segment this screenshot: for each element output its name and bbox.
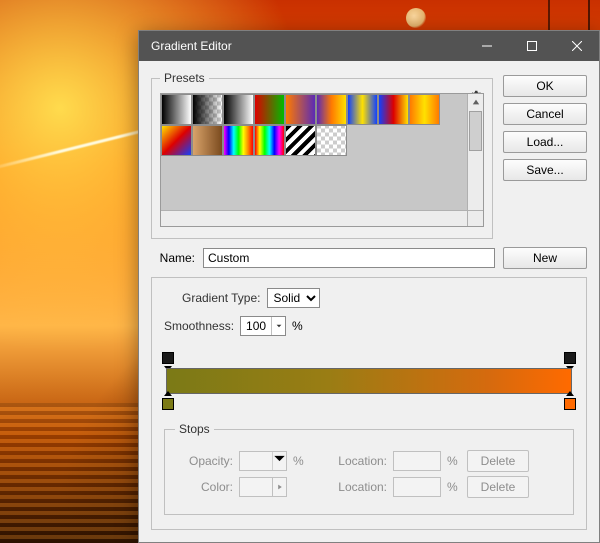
gradient-editor-dialog: Gradient Editor Presets — [138, 30, 600, 543]
color-swatch — [239, 477, 273, 497]
gradient-preview[interactable] — [166, 368, 572, 394]
presets-group: Presets — [151, 71, 493, 239]
color-stop-left[interactable] — [162, 396, 174, 410]
preset-swatch[interactable] — [378, 94, 409, 125]
maximize-button[interactable] — [509, 31, 554, 61]
resize-corner[interactable] — [467, 210, 483, 226]
opacity-stop-left[interactable] — [162, 352, 174, 366]
titlebar[interactable]: Gradient Editor — [139, 31, 599, 61]
load-button[interactable]: Load... — [503, 131, 587, 153]
percent-sign: % — [292, 319, 303, 333]
presets-legend: Presets — [160, 71, 209, 85]
name-input[interactable] — [203, 248, 495, 268]
preset-hscroll[interactable] — [161, 210, 467, 226]
delete-color-stop-button: Delete — [467, 476, 529, 498]
preset-swatch-area — [160, 93, 484, 227]
minimize-button[interactable] — [464, 31, 509, 61]
preset-swatch[interactable] — [192, 94, 223, 125]
preset-vscroll[interactable] — [467, 94, 483, 226]
save-button[interactable]: Save... — [503, 159, 587, 181]
opacity-input — [239, 451, 287, 471]
gradient-type-label: Gradient Type: — [182, 291, 261, 305]
preset-swatch[interactable] — [254, 125, 285, 156]
color-label: Color: — [175, 480, 233, 494]
preset-swatch[interactable] — [347, 94, 378, 125]
preset-swatch[interactable] — [409, 94, 440, 125]
chevron-down-icon[interactable] — [271, 317, 285, 335]
gradient-editor-bar[interactable] — [166, 352, 572, 410]
chevron-down-icon — [272, 452, 286, 470]
preset-swatch[interactable] — [285, 125, 316, 156]
name-label: Name: — [151, 251, 195, 265]
smoothness-input[interactable] — [240, 316, 286, 336]
location-label: Location: — [329, 454, 387, 468]
percent-sign: % — [447, 454, 461, 468]
preset-swatch[interactable] — [223, 94, 254, 125]
window-title: Gradient Editor — [151, 39, 464, 53]
scrollbar-thumb[interactable] — [469, 111, 482, 151]
smoothness-value[interactable] — [241, 319, 271, 333]
color-location-input — [393, 477, 441, 497]
color-picker — [239, 477, 287, 497]
opacity-location-input — [393, 451, 441, 471]
cancel-button[interactable]: Cancel — [503, 103, 587, 125]
preset-swatch[interactable] — [285, 94, 316, 125]
stops-group: Stops Opacity: % Location: % Delete Colo… — [164, 422, 574, 515]
moon-decoration — [406, 8, 426, 28]
preset-swatch[interactable] — [316, 125, 347, 156]
stops-legend: Stops — [175, 422, 214, 436]
ok-button[interactable]: OK — [503, 75, 587, 97]
smoothness-label: Smoothness: — [164, 319, 234, 333]
play-icon — [273, 477, 287, 497]
delete-opacity-stop-button: Delete — [467, 450, 529, 472]
preset-swatch[interactable] — [192, 125, 223, 156]
preset-swatch[interactable] — [223, 125, 254, 156]
opacity-label: Opacity: — [175, 454, 233, 468]
preset-swatch[interactable] — [161, 125, 192, 156]
preset-swatch[interactable] — [316, 94, 347, 125]
close-button[interactable] — [554, 31, 599, 61]
location-label: Location: — [329, 480, 387, 494]
percent-sign: % — [293, 454, 307, 468]
preset-swatch[interactable] — [161, 94, 192, 125]
new-button[interactable]: New — [503, 247, 587, 269]
gradient-panel: Gradient Type: Solid Smoothness: % — [151, 277, 587, 530]
preset-swatch[interactable] — [254, 94, 285, 125]
opacity-stop-right[interactable] — [564, 352, 576, 366]
color-stop-right[interactable] — [564, 396, 576, 410]
gradient-type-select[interactable]: Solid — [267, 288, 320, 308]
percent-sign: % — [447, 480, 461, 494]
